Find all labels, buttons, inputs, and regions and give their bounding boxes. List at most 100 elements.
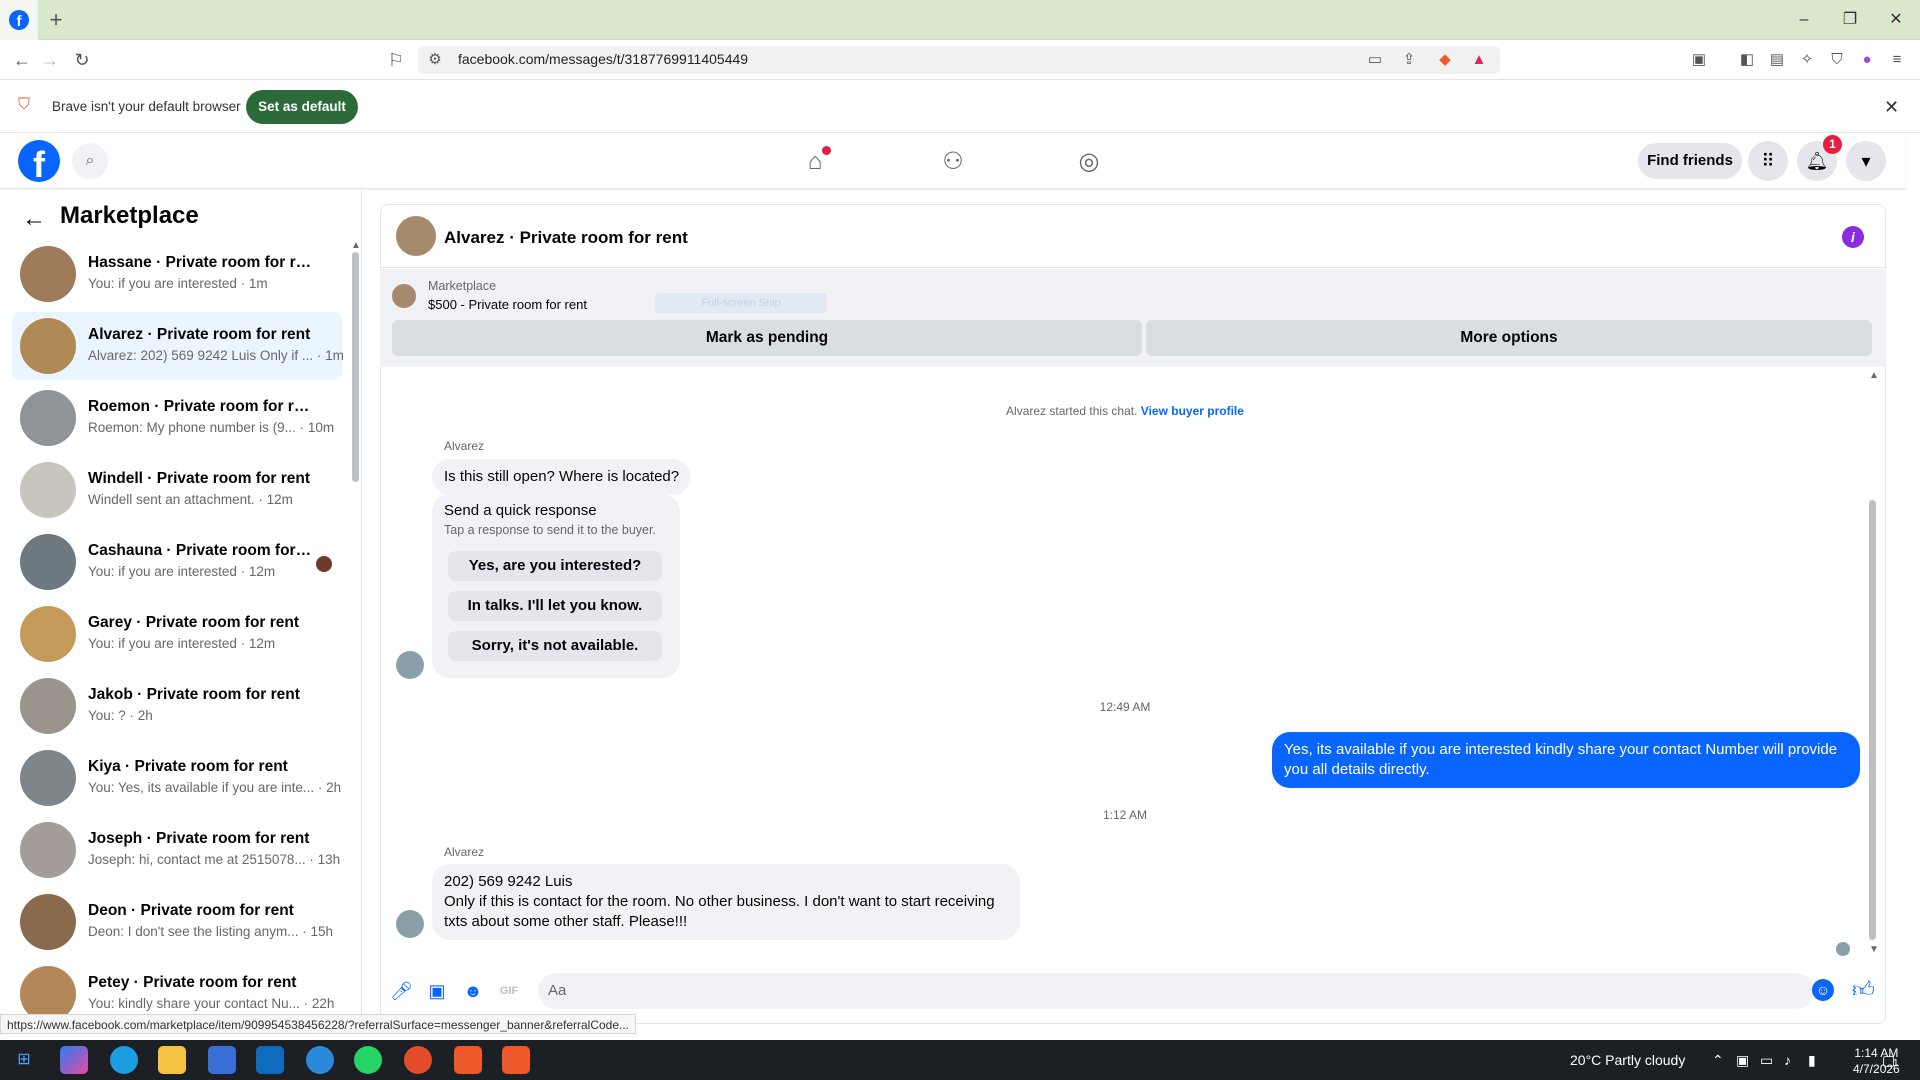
microphone-icon[interactable]: 🎤︎	[390, 980, 413, 1002]
edge-icon[interactable]	[110, 1046, 138, 1074]
volume-icon[interactable]: ♪	[1784, 1052, 1791, 1068]
listing-category: Marketplace	[428, 279, 497, 293]
browser-tab[interactable]: f	[0, 0, 38, 40]
profile-icon[interactable]: ●	[1856, 50, 1878, 70]
snip-overlay-label: Full-screen Snip	[655, 293, 827, 313]
groups-icon[interactable]: ◎	[1069, 145, 1109, 179]
sidebar-toggle-icon[interactable]: ◧	[1736, 50, 1758, 70]
set-default-button[interactable]: Set as default	[246, 90, 358, 124]
message-line: 202) 569 9242 Luis	[444, 873, 573, 890]
apps-menu-icon[interactable]: ⠿	[1748, 141, 1788, 181]
brave-alt-icon[interactable]	[502, 1046, 530, 1074]
brave-icon[interactable]	[454, 1046, 482, 1074]
close-window-icon[interactable]: ✕	[1874, 6, 1918, 34]
conversation-item[interactable]: Roemon · Private room for rent Roemon: M…	[12, 384, 342, 452]
avatar	[20, 606, 76, 662]
chrome-icon[interactable]	[306, 1046, 334, 1074]
gif-icon[interactable]: GIF	[498, 980, 520, 1002]
site-info-icon[interactable]: ⚙	[424, 50, 446, 70]
search-icon[interactable]: ⌕	[72, 143, 108, 179]
conversation-item[interactable]: Windell · Private room for rent Windell …	[12, 456, 342, 524]
listing-thumbnail[interactable]	[392, 284, 416, 308]
quick-response-button[interactable]: Yes, are you interested?	[448, 551, 662, 581]
vpn-icon[interactable]: ⛉	[1826, 50, 1848, 70]
facebook-icon: f	[9, 10, 29, 30]
conversation-name: Garey · Private room for rent	[88, 614, 300, 631]
share-icon[interactable]: ⇪	[1398, 50, 1420, 70]
outgoing-message[interactable]: Yes, its available if you are interested…	[1272, 732, 1860, 788]
incoming-message[interactable]: 202) 569 9242 Luis Only if this is conta…	[432, 864, 1020, 940]
tray-overflow-icon[interactable]: ⌃	[1712, 1052, 1724, 1069]
battery-icon[interactable]: ▮	[1808, 1052, 1816, 1069]
avatar[interactable]	[396, 216, 436, 256]
scroll-up-icon[interactable]: ▲	[1869, 370, 1879, 381]
copilot-icon[interactable]	[60, 1046, 88, 1074]
scroll-up-icon[interactable]: ▲	[351, 240, 361, 251]
infobar-text: Brave isn't your default browser	[52, 99, 241, 114]
back-icon[interactable]: ←	[10, 48, 34, 72]
conversation-item[interactable]: Joseph · Private room for rent Joseph: h…	[12, 816, 342, 884]
conversation-preview: Deon: I don't see the listing anym... · …	[88, 924, 333, 939]
file-explorer-icon[interactable]	[158, 1046, 186, 1074]
photo-icon[interactable]: ▣	[426, 980, 448, 1002]
friends-icon[interactable]: ⚇	[933, 145, 973, 179]
seen-avatar	[1836, 942, 1850, 956]
minimize-icon[interactable]: –	[1782, 6, 1826, 34]
message-placeholder[interactable]: Aa	[548, 982, 566, 999]
message-input[interactable]	[538, 973, 1814, 1009]
more-options-button[interactable]: More options	[1146, 320, 1872, 356]
url-text[interactable]: facebook.com/messages/t/3187769911405449	[458, 51, 748, 67]
info-icon[interactable]: i	[1842, 226, 1864, 248]
conversation-preview: You: if you are interested · 12m	[88, 636, 276, 651]
weather-widget[interactable]: 20°C Partly cloudy	[1570, 1052, 1685, 1068]
reload-icon[interactable]: ↻	[70, 48, 94, 72]
conversation-item[interactable]: Cashauna · Private room for r... You: if…	[12, 528, 342, 596]
brave-shields-icon[interactable]: ◆	[1434, 50, 1456, 70]
windows-start-icon[interactable]: ⊞	[10, 1046, 38, 1074]
thumbs-up-icon[interactable]: 👍︎	[1852, 976, 1875, 1003]
menu-icon[interactable]: ≡	[1886, 50, 1908, 70]
conversation-preview: You: kindly share your contact Nu... · 2…	[88, 996, 335, 1011]
new-tab-button[interactable]: +	[44, 6, 68, 34]
conversation-item[interactable]: Alvarez · Private room for rent Alvarez:…	[12, 312, 344, 380]
mark-pending-button[interactable]: Mark as pending	[392, 320, 1142, 356]
facebook-logo-icon[interactable]: f	[18, 140, 60, 182]
incoming-message[interactable]: Is this still open? Where is located?	[432, 459, 692, 495]
leo-ai-icon[interactable]: ✧	[1796, 50, 1818, 70]
listing-title[interactable]: $500 - Private room for rent	[428, 297, 587, 312]
quick-response-button[interactable]: Sorry, it's not available.	[448, 631, 662, 661]
quick-response-button[interactable]: In talks. I'll let you know.	[448, 591, 662, 621]
tab-search-icon[interactable]: ▣	[1688, 50, 1710, 70]
close-infobar-icon[interactable]: ✕	[1884, 97, 1899, 118]
wallet-icon[interactable]: ▤	[1766, 50, 1788, 70]
conversation-item[interactable]: Deon · Private room for rent Deon: I don…	[12, 888, 342, 956]
find-friends-button[interactable]: Find friends	[1638, 143, 1742, 179]
chat-title[interactable]: Alvarez · Private room for rent	[444, 228, 688, 248]
whatsapp-icon[interactable]	[354, 1046, 382, 1074]
message-line: Only if this is contact for the room. No…	[444, 893, 995, 930]
network-icon[interactable]: ▭	[1760, 1052, 1773, 1069]
cast-icon[interactable]: ▭	[1364, 50, 1386, 70]
sidebar-scrollbar[interactable]	[352, 252, 359, 482]
sticker-icon[interactable]: ☻	[462, 980, 484, 1002]
store-icon[interactable]	[208, 1046, 236, 1074]
outlook-icon[interactable]	[256, 1046, 284, 1074]
chat-scrollbar[interactable]	[1869, 500, 1876, 940]
account-dropdown-icon[interactable]: ▾	[1846, 141, 1886, 181]
back-arrow-icon[interactable]: ←	[22, 205, 46, 233]
bookmark-icon[interactable]: ⚐	[384, 48, 408, 72]
forward-icon[interactable]: →	[38, 48, 62, 72]
restore-icon[interactable]: ❐	[1828, 6, 1872, 34]
avatar[interactable]	[396, 651, 424, 679]
chrome-alt-icon[interactable]	[404, 1046, 432, 1074]
conversation-item[interactable]: Hassane · Private room for rent You: if …	[12, 240, 342, 308]
camera-icon[interactable]: ▣	[1736, 1052, 1749, 1069]
view-buyer-profile-link[interactable]: View buyer profile	[1141, 404, 1244, 418]
scroll-down-icon[interactable]: ▼	[1869, 944, 1879, 955]
conversation-item[interactable]: Jakob · Private room for rent You: ? · 2…	[12, 672, 342, 740]
emoji-icon[interactable]: ☺	[1812, 979, 1834, 1001]
avatar[interactable]	[396, 910, 424, 938]
conversation-item[interactable]: Garey · Private room for rent You: if yo…	[12, 600, 342, 668]
conversation-item[interactable]: Kiya · Private room for rent You: Yes, i…	[12, 744, 342, 812]
brave-rewards-icon[interactable]: ▲	[1468, 50, 1490, 70]
